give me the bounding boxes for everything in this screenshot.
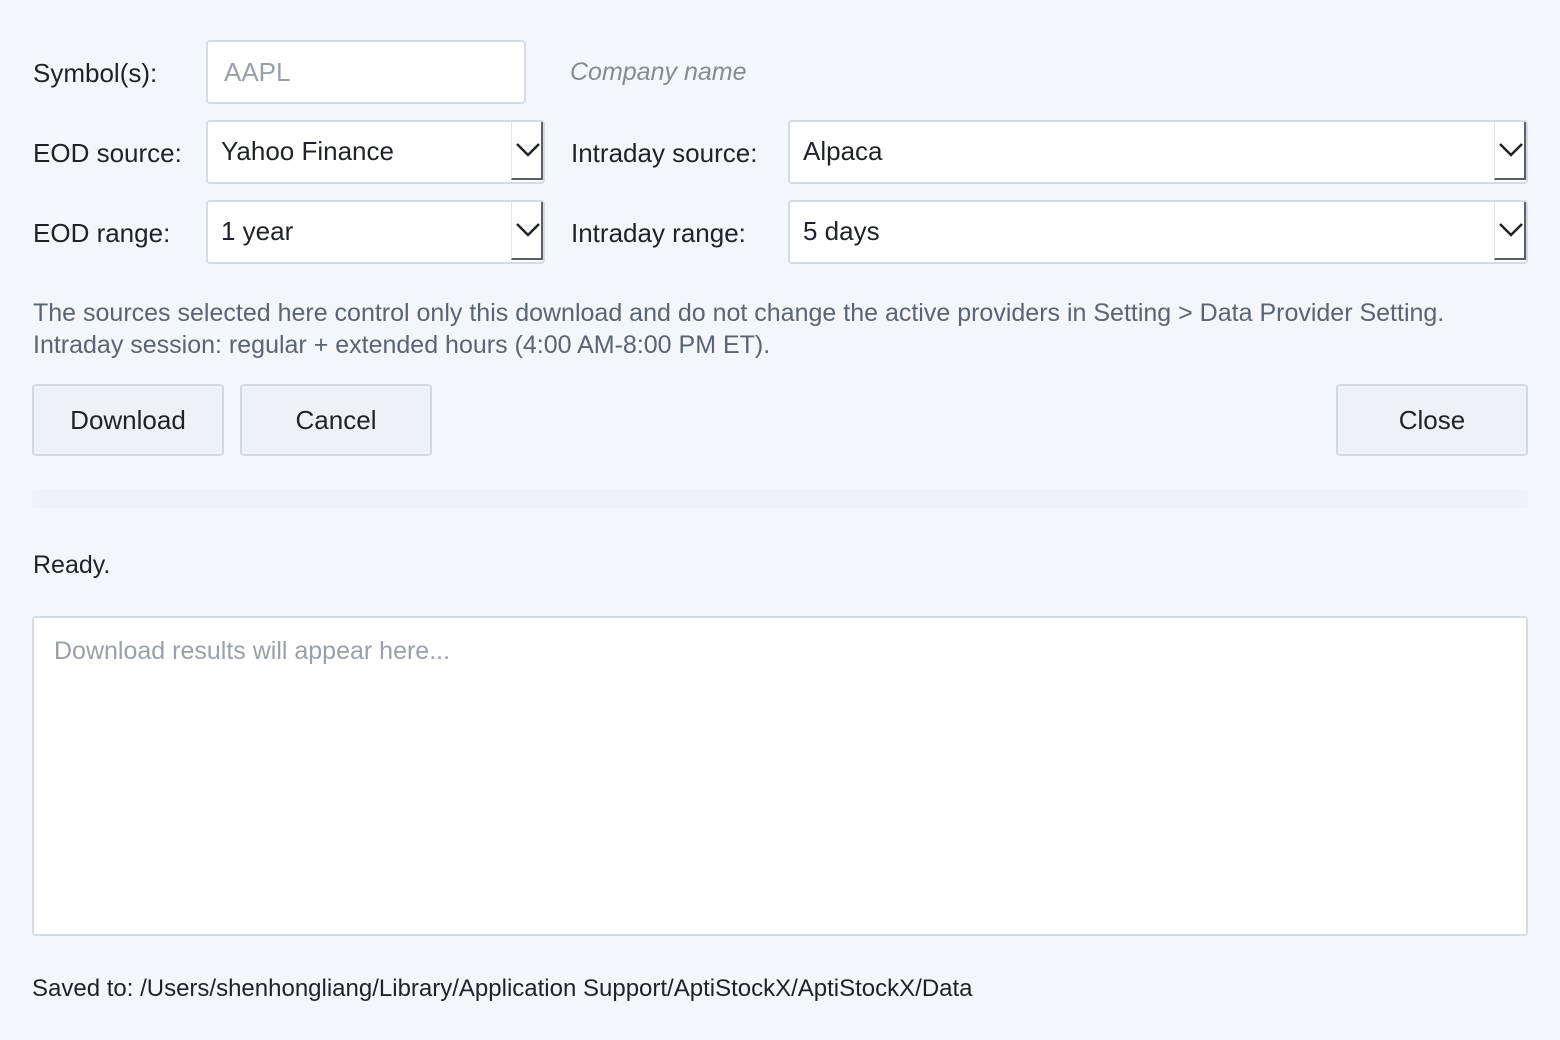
eod-source-label: EOD source:	[33, 138, 182, 168]
symbol-label: Symbol(s):	[33, 58, 158, 88]
symbol-input[interactable]	[206, 40, 526, 104]
sources-info-text: The sources selected here control only t…	[33, 299, 1445, 359]
chevron-down-icon	[511, 122, 543, 180]
chevron-down-icon	[511, 202, 543, 260]
download-button[interactable]: Download	[32, 384, 224, 456]
eod-range-value: 1 year	[221, 216, 294, 246]
eod-source-value: Yahoo Finance	[221, 136, 394, 166]
eod-range-label: EOD range:	[33, 218, 171, 248]
chevron-down-icon	[1494, 202, 1526, 260]
progress-bar	[32, 490, 1528, 508]
saved-to-path: Saved to: /Users/shenhongliang/Library/A…	[32, 975, 973, 1002]
results-area[interactable]: Download results will appear here...	[32, 616, 1528, 936]
chevron-down-icon	[1494, 122, 1526, 180]
cancel-button[interactable]: Cancel	[240, 384, 432, 456]
status-text: Ready.	[33, 551, 111, 579]
close-button[interactable]: Close	[1336, 384, 1528, 456]
eod-range-select[interactable]: 1 year	[206, 200, 545, 264]
results-placeholder: Download results will appear here...	[54, 637, 451, 665]
eod-source-select[interactable]: Yahoo Finance	[206, 120, 545, 184]
company-name-label: Company name	[570, 58, 747, 86]
intraday-source-select[interactable]: Alpaca	[788, 120, 1528, 184]
intraday-source-label: Intraday source:	[571, 138, 758, 168]
intraday-range-value: 5 days	[803, 216, 880, 246]
intraday-range-label: Intraday range:	[571, 218, 746, 248]
intraday-source-value: Alpaca	[803, 136, 883, 166]
intraday-range-select[interactable]: 5 days	[788, 200, 1528, 264]
